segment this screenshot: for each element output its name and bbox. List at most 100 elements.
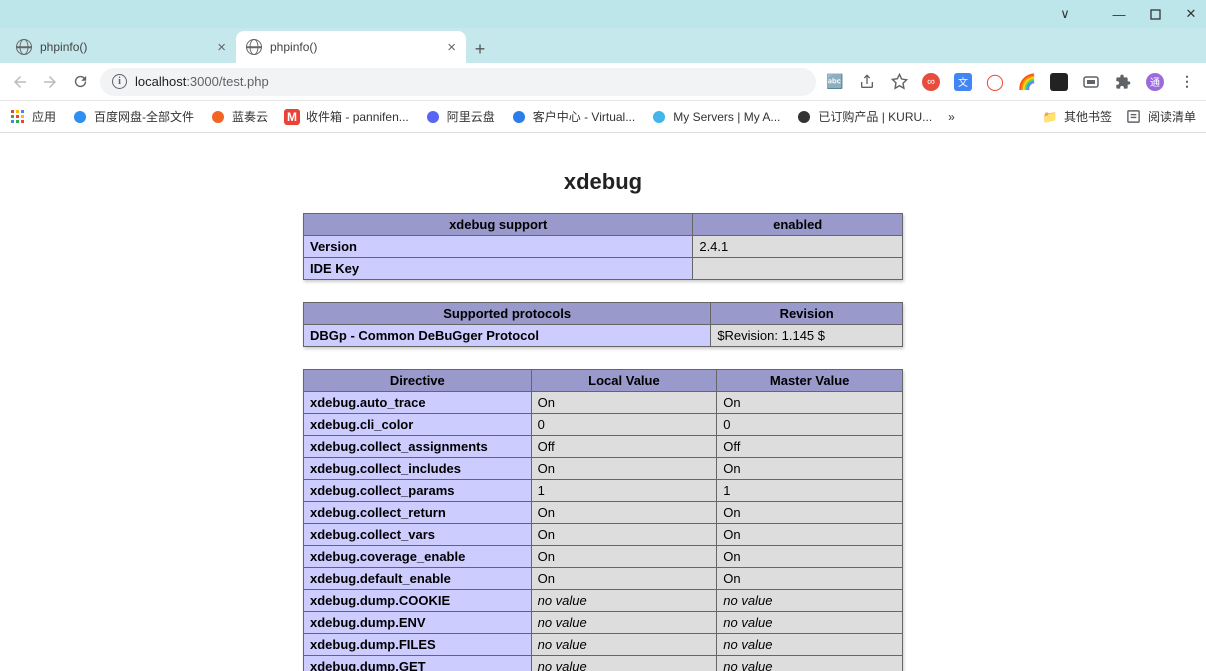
- extensions-icon[interactable]: [1114, 73, 1132, 91]
- bookmark-icon: [210, 109, 226, 125]
- cell-local: On: [531, 524, 717, 546]
- tab-close-icon[interactable]: ×: [447, 39, 456, 56]
- cell-master: no value: [717, 634, 903, 656]
- cell-master: no value: [717, 590, 903, 612]
- bookmark-icon: [425, 109, 441, 125]
- window-close[interactable]: ✕: [1184, 7, 1198, 21]
- cell-local: On: [531, 568, 717, 590]
- menu-icon[interactable]: ⋮: [1178, 73, 1196, 91]
- ext-icon[interactable]: [1082, 73, 1100, 91]
- url-text: localhost:3000/test.php: [135, 74, 269, 89]
- cell-directive: xdebug.auto_trace: [304, 392, 532, 414]
- window-titlebar: ∨ — ✕: [0, 0, 1206, 28]
- cell-key: Version: [304, 236, 693, 258]
- directives-table: Directive Local Value Master Value xdebu…: [303, 369, 903, 671]
- page-viewport[interactable]: xdebug xdebug supportenabled Version2.4.…: [0, 133, 1206, 671]
- table-row: xdebug.dump.FILESno valueno value: [304, 634, 903, 656]
- table-row: xdebug.auto_traceOnOn: [304, 392, 903, 414]
- reading-list[interactable]: 阅读清单: [1126, 108, 1196, 125]
- ext-icon[interactable]: 🌈: [1018, 73, 1036, 91]
- share-icon[interactable]: [858, 73, 876, 91]
- bookmarks-overflow[interactable]: »: [948, 110, 955, 124]
- bookmark-icon: [511, 109, 527, 125]
- bookmark-label: 蓝奏云: [232, 108, 268, 125]
- cell-directive: xdebug.dump.FILES: [304, 634, 532, 656]
- reload-button[interactable]: [70, 72, 90, 92]
- bookmark-item[interactable]: 客户中心 - Virtual...: [511, 108, 635, 125]
- cell-master: On: [717, 502, 903, 524]
- apps-label: 应用: [32, 108, 56, 125]
- apps-button[interactable]: 应用: [10, 108, 56, 125]
- bookmark-label: 客户中心 - Virtual...: [533, 108, 635, 125]
- cell-value: 2.4.1: [693, 236, 903, 258]
- phpinfo-content: xdebug xdebug supportenabled Version2.4.…: [303, 133, 903, 671]
- browser-tab[interactable]: phpinfo() ×: [6, 31, 236, 63]
- cell-directive: xdebug.collect_vars: [304, 524, 532, 546]
- bookmark-item[interactable]: 已订购产品 | KURU...: [796, 108, 932, 125]
- table-header: Revision: [711, 303, 903, 325]
- cell-directive: xdebug.dump.GET: [304, 656, 532, 671]
- tab-strip: phpinfo() × phpinfo() × +: [0, 28, 1206, 63]
- bookmark-icon: [72, 109, 88, 125]
- list-icon: [1126, 109, 1142, 125]
- bookmark-label: 阿里云盘: [447, 108, 495, 125]
- bookmark-item[interactable]: 阿里云盘: [425, 108, 495, 125]
- cell-master: Off: [717, 436, 903, 458]
- table-row: xdebug.collect_returnOnOn: [304, 502, 903, 524]
- back-button[interactable]: [10, 72, 30, 92]
- translate-icon[interactable]: 🔤: [826, 73, 844, 91]
- ext-icon[interactable]: 文: [954, 73, 972, 91]
- site-info-icon[interactable]: i: [112, 74, 127, 89]
- window-caret[interactable]: ∨: [1058, 7, 1072, 21]
- profile-avatar[interactable]: 通: [1146, 73, 1164, 91]
- cell-local: no value: [531, 590, 717, 612]
- cell-local: On: [531, 546, 717, 568]
- tab-title: phpinfo(): [270, 40, 439, 54]
- cell-value: $Revision: 1.145 $: [711, 325, 903, 347]
- new-tab-button[interactable]: +: [466, 35, 494, 63]
- bookmark-label: 收件箱 - pannifen...: [306, 108, 409, 125]
- other-bookmarks[interactable]: 📁 其他书签: [1042, 108, 1112, 125]
- ext-icon[interactable]: [1050, 73, 1068, 91]
- table-row: IDE Key: [304, 258, 903, 280]
- ext-icon[interactable]: ◯: [986, 73, 1004, 91]
- cell-local: no value: [531, 634, 717, 656]
- window-minimize[interactable]: —: [1112, 7, 1126, 21]
- star-icon[interactable]: [890, 73, 908, 91]
- cell-local: no value: [531, 612, 717, 634]
- cell-master: On: [717, 458, 903, 480]
- browser-tab[interactable]: phpinfo() ×: [236, 31, 466, 63]
- bookmark-icon: [651, 109, 667, 125]
- table-header: enabled: [693, 214, 903, 236]
- cell-master: On: [717, 568, 903, 590]
- table-row: xdebug.cli_color00: [304, 414, 903, 436]
- table-row: xdebug.default_enableOnOn: [304, 568, 903, 590]
- bookmark-item[interactable]: M收件箱 - pannifen...: [284, 108, 409, 125]
- table-row: xdebug.collect_params11: [304, 480, 903, 502]
- cell-local: Off: [531, 436, 717, 458]
- cell-value: [693, 258, 903, 280]
- cell-directive: xdebug.collect_assignments: [304, 436, 532, 458]
- bookmark-label: My Servers | My A...: [673, 110, 780, 124]
- folder-icon: 📁: [1042, 109, 1058, 125]
- browser-toolbar: i localhost:3000/test.php 🔤 ∞ 文 ◯ 🌈 通 ⋮: [0, 63, 1206, 101]
- forward-button[interactable]: [40, 72, 60, 92]
- bookmark-icon: [796, 109, 812, 125]
- table-header: Supported protocols: [304, 303, 711, 325]
- cell-key: DBGp - Common DeBuGger Protocol: [304, 325, 711, 347]
- address-bar[interactable]: i localhost:3000/test.php: [100, 68, 816, 96]
- ext-icon[interactable]: ∞: [922, 73, 940, 91]
- bookmark-item[interactable]: 蓝奏云: [210, 108, 268, 125]
- bookmark-item[interactable]: 百度网盘-全部文件: [72, 108, 194, 125]
- table-header: Master Value: [717, 370, 903, 392]
- cell-master: On: [717, 392, 903, 414]
- window-maximize[interactable]: [1148, 7, 1162, 21]
- cell-key: IDE Key: [304, 258, 693, 280]
- cell-directive: xdebug.collect_params: [304, 480, 532, 502]
- table-row: Version2.4.1: [304, 236, 903, 258]
- table-row: xdebug.collect_varsOnOn: [304, 524, 903, 546]
- cell-directive: xdebug.collect_includes: [304, 458, 532, 480]
- bookmark-item[interactable]: My Servers | My A...: [651, 108, 780, 125]
- tab-close-icon[interactable]: ×: [217, 39, 226, 56]
- table-row: xdebug.collect_includesOnOn: [304, 458, 903, 480]
